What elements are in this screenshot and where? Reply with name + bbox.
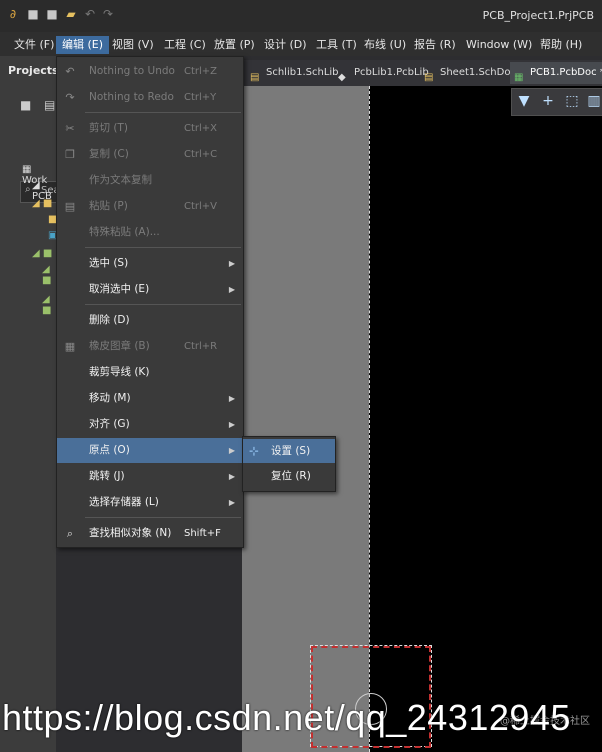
menu-paste-special[interactable]: 特殊粘贴 (A)... [57, 220, 243, 245]
menu-tools[interactable]: 工具 (T) [310, 36, 363, 54]
redo-quick-icon[interactable]: ↷ [101, 7, 115, 21]
menu-delete[interactable]: 删除 (D) [57, 308, 243, 333]
app-logo-icon: ∂ [9, 7, 17, 21]
menu-separator [85, 247, 241, 248]
pcbdoc-icon: ▦ [514, 72, 524, 83]
menu-help[interactable]: 帮助 (H) [534, 36, 588, 54]
save-all-icon[interactable]: ■ [45, 7, 59, 21]
redo-icon: ↷ [65, 91, 75, 104]
paste-icon: ▤ [64, 200, 76, 213]
add-icon[interactable]: + [540, 93, 556, 109]
submenu-arrow-icon: ▶ [228, 394, 235, 403]
menu-file[interactable]: 文件 (F) [8, 36, 60, 54]
menu-view[interactable]: 视图 (V) [106, 36, 160, 54]
undo-quick-icon[interactable]: ↶ [83, 7, 97, 21]
tab-pcb1[interactable]: ▦ PCB1.PcbDoc * [510, 62, 602, 84]
menu-route[interactable]: 布线 (U) [358, 36, 412, 54]
project-options-icon[interactable]: ▤ [44, 98, 55, 112]
edit-menu-dropdown: ↶ Nothing to Undo Ctrl+Z ↷ Nothing to Redo C… [56, 56, 244, 548]
menu-selection-memory[interactable]: 选择存储器 (L) ▶ [57, 490, 243, 515]
filter-icon[interactable]: ▼ [516, 93, 532, 109]
watermark-url: https://blog.csdn.net/qq_24312945 [2, 697, 571, 738]
menu-redo[interactable]: ↷ Nothing to Redo Ctrl+Y [57, 85, 243, 110]
find-similar-icon: ⌕ [66, 527, 74, 540]
document-tab-bar: ▤ Schlib1.SchLib ◆ PcbLib1.PcbLib ▤ Sheet1.… [242, 60, 602, 86]
menu-copy-as-text[interactable]: 作为文本复制 [57, 168, 243, 193]
menu-find-similar[interactable]: ⌕ 查找相似对象 (N) Shift+F [57, 521, 243, 546]
menu-paste[interactable]: ▤ 粘贴 (P) Ctrl+V [57, 194, 243, 219]
menu-reports[interactable]: 报告 (R) [408, 36, 462, 54]
menu-move[interactable]: 移动 (M) ▶ [57, 386, 243, 411]
title-bar: ∂ ■ ■ ▰ ↶ ↷ PCB_Project1.PrjPCB [0, 0, 602, 32]
menu-deselect[interactable]: 取消选中 (E) ▶ [57, 277, 243, 302]
origin-submenu: ⊹ 设置 (S) 复位 (R) [242, 436, 336, 492]
submenu-arrow-icon: ▶ [228, 420, 235, 429]
schdoc-icon: ▤ [424, 72, 434, 83]
submenu-arrow-icon: ▶ [228, 259, 235, 268]
menu-separator [85, 517, 241, 518]
copy-icon: ❐ [65, 148, 75, 161]
select-box-icon[interactable]: ⬚ [564, 93, 580, 109]
open-folder-icon[interactable]: ▰ [64, 7, 78, 21]
menu-origin-set[interactable]: ⊹ 设置 (S) [243, 439, 335, 463]
submenu-arrow-icon: ▶ [228, 472, 235, 481]
menu-align[interactable]: 对齐 (G) ▶ [57, 412, 243, 437]
tab-schlib1[interactable]: ▤ Schlib1.SchLib [246, 62, 340, 84]
submenu-arrow-icon: ▶ [228, 498, 235, 507]
tree-folder-icon[interactable]: ◢ ■ [42, 294, 56, 316]
active-bar-toolbar: ▼ + ⬚ ▥ [511, 88, 602, 116]
pcblib-icon: ◆ [338, 72, 346, 83]
projects-panel: Projects ■ ▤ ⌕ Sea ▦ Work ◢ PCB ◢ ■ ■ ▣ … [0, 56, 61, 752]
menu-separator [85, 304, 241, 305]
menu-select[interactable]: 选中 (S) ▶ [57, 251, 243, 276]
rubber-stamp-icon: ▦ [64, 340, 76, 353]
menu-copy[interactable]: ❐ 复制 (C) Ctrl+C [57, 142, 243, 167]
menu-bar: 文件 (F) 编辑 (E) 视图 (V) 工程 (C) 放置 (P) 设计 (D… [0, 32, 602, 56]
menu-edit[interactable]: 编辑 (E) [56, 36, 110, 54]
tree-folder-icon[interactable]: ◢ ■ [32, 248, 52, 259]
menu-project[interactable]: 工程 (C) [158, 36, 212, 54]
menu-rubber-stamp[interactable]: ▦ 橡皮图章 (B) Ctrl+R [57, 334, 243, 359]
schlib-icon: ▤ [250, 72, 260, 83]
submenu-arrow-icon: ▶ [228, 446, 235, 455]
window-title: PCB_Project1.PrjPCB [482, 9, 594, 22]
menu-separator [85, 112, 241, 113]
set-origin-icon: ⊹ [249, 444, 260, 458]
menu-undo[interactable]: ↶ Nothing to Undo Ctrl+Z [57, 59, 243, 84]
menu-origin-reset[interactable]: 复位 (R) [243, 464, 335, 488]
menu-design[interactable]: 设计 (D) [258, 36, 313, 54]
tree-folder-icon[interactable]: ◢ ■ [42, 264, 56, 286]
menu-jump[interactable]: 跳转 (J) ▶ [57, 464, 243, 489]
menu-cut[interactable]: ✂ 剪切 (T) Ctrl+X [57, 116, 243, 141]
save-project-icon[interactable]: ■ [20, 98, 31, 112]
menu-slice-tracks[interactable]: 裁剪导线 (K) [57, 360, 243, 385]
save-icon[interactable]: ■ [26, 7, 40, 21]
undo-icon: ↶ [65, 65, 75, 78]
menu-place[interactable]: 放置 (P) [208, 36, 261, 54]
projects-panel-title: Projects [8, 64, 59, 77]
submenu-arrow-icon: ▶ [228, 285, 235, 294]
tree-folder-icon[interactable]: ◢ ■ [32, 198, 52, 209]
chart-icon[interactable]: ▥ [586, 93, 602, 109]
menu-window[interactable]: Window (W) [460, 36, 538, 54]
menu-origin[interactable]: 原点 (O) ▶ [57, 438, 243, 463]
cut-icon: ✂ [65, 122, 75, 135]
